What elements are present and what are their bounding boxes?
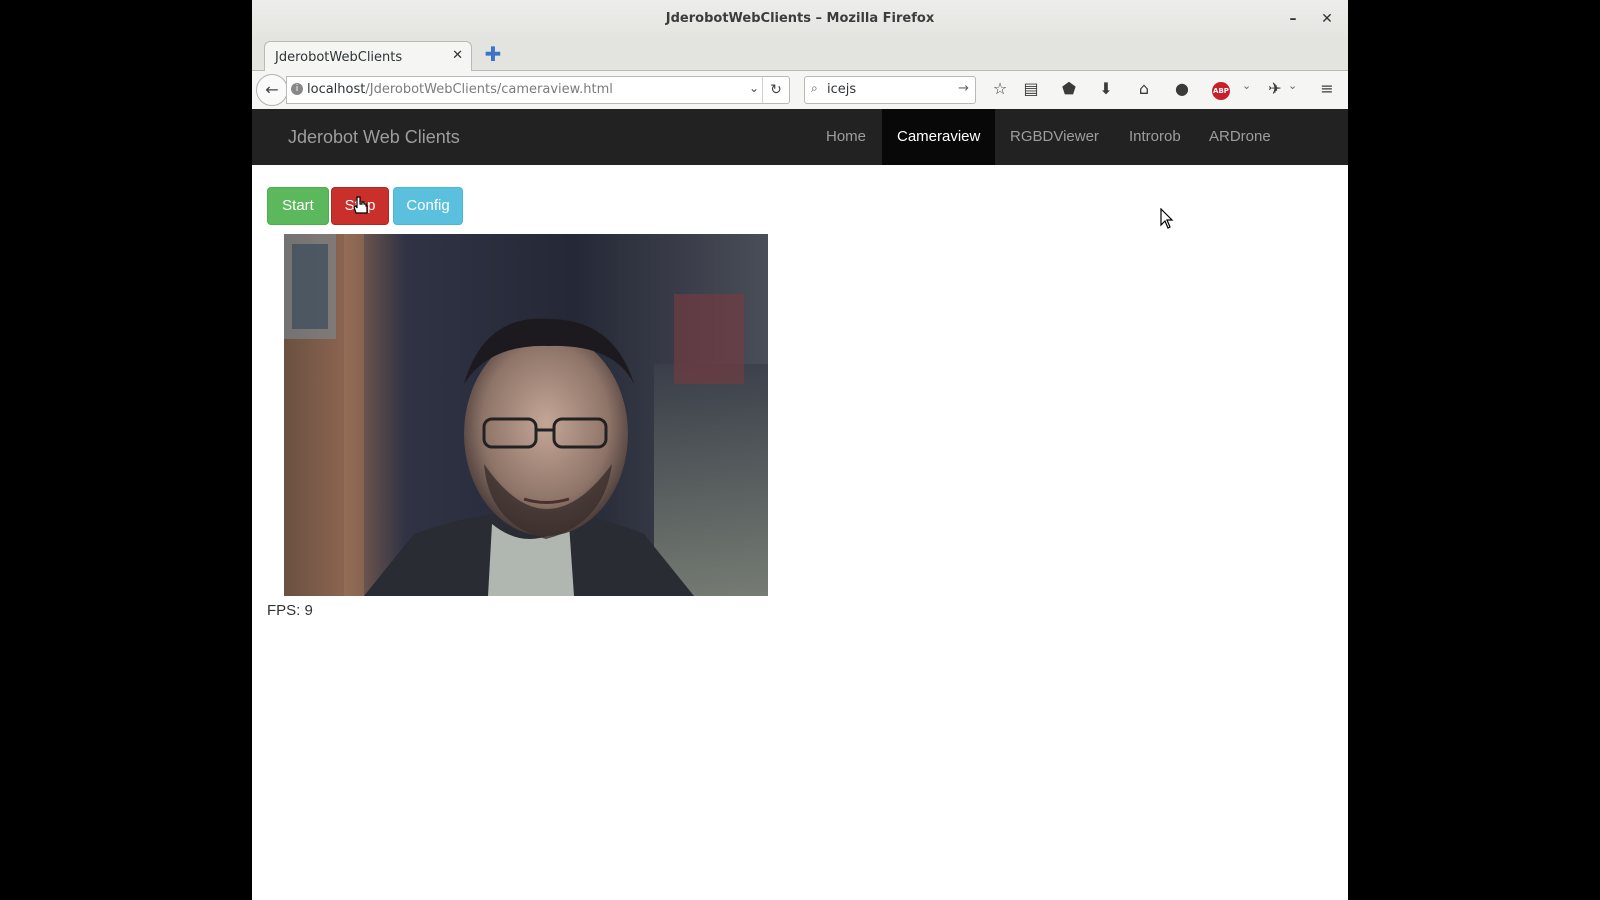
nav-item-ardrone[interactable]: ARDrone	[1194, 109, 1286, 165]
new-tab-icon[interactable]: ✚	[482, 43, 504, 65]
search-bar[interactable]: ⌕ →	[804, 76, 976, 104]
fps-label: FPS:	[267, 602, 301, 619]
reading-list-icon[interactable]: ▤	[1018, 77, 1044, 101]
chat-icon[interactable]: ●	[1169, 77, 1195, 101]
tab-strip: JderobotWebClients ✕ ✚	[252, 38, 1348, 72]
close-window-button[interactable]: ✕	[1316, 8, 1338, 30]
browser-toolbar: ← i localhost/JderobotWebClients/camerav…	[252, 71, 1348, 110]
window-title: JderobotWebClients – Mozilla Firefox	[665, 11, 935, 26]
extension-icon[interactable]: ✈	[1262, 77, 1288, 101]
tab-close-icon[interactable]: ✕	[452, 48, 463, 63]
app-navbar: Jderobot Web Clients Home Cameraview RGB…	[252, 109, 1348, 165]
tab-label: JderobotWebClients	[275, 50, 403, 65]
config-button[interactable]: Config	[393, 187, 463, 225]
site-info-icon[interactable]: i	[291, 83, 303, 95]
nav-item-introrob[interactable]: Introrob	[1114, 109, 1196, 165]
reload-icon[interactable]: ↻	[762, 77, 789, 103]
browser-tab[interactable]: JderobotWebClients ✕	[264, 41, 472, 72]
url-text[interactable]: localhost/JderobotWebClients/cameraview.…	[307, 82, 613, 97]
nav-item-cameraview[interactable]: Cameraview	[882, 109, 996, 165]
browser-window: JderobotWebClients – Mozilla Firefox – ✕…	[252, 0, 1348, 900]
app-brand[interactable]: Jderobot Web Clients	[288, 127, 460, 148]
adblock-dropdown-icon[interactable]: ⌄	[1242, 79, 1251, 92]
search-input[interactable]	[827, 80, 947, 98]
menu-icon[interactable]: ≡	[1314, 77, 1340, 101]
url-dropdown-icon[interactable]: ⌄	[749, 81, 759, 95]
extension-dropdown-icon[interactable]: ⌄	[1288, 79, 1297, 92]
bookmark-star-icon[interactable]: ☆	[987, 77, 1013, 101]
camera-frame-image	[284, 234, 768, 596]
adblock-plus-icon[interactable]: ABP	[1212, 82, 1230, 100]
home-icon[interactable]: ⌂	[1131, 77, 1157, 101]
pocket-icon[interactable]: ⬟	[1056, 77, 1082, 101]
minimize-button[interactable]: –	[1282, 8, 1304, 30]
nav-item-home[interactable]: Home	[811, 109, 881, 165]
page-content: Jderobot Web Clients Home Cameraview RGB…	[252, 109, 1348, 900]
url-path: /JderobotWebClients/cameraview.html	[365, 82, 613, 97]
search-icon: ⌕	[811, 81, 818, 95]
hand-cursor-icon	[353, 196, 368, 214]
start-button[interactable]: Start	[267, 187, 329, 225]
search-go-arrow-icon[interactable]: →	[958, 81, 969, 96]
fps-readout: FPS: 9	[267, 602, 313, 619]
url-bar[interactable]: i localhost/JderobotWebClients/cameravie…	[286, 76, 790, 104]
window-titlebar: JderobotWebClients – Mozilla Firefox – ✕	[252, 0, 1348, 38]
arrow-cursor-icon	[1160, 208, 1174, 229]
nav-item-rgbdviewer[interactable]: RGBDViewer	[995, 109, 1114, 165]
download-icon[interactable]: ⬇	[1093, 77, 1119, 101]
back-arrow-icon[interactable]: ←	[256, 74, 288, 106]
url-host: localhost	[307, 82, 366, 97]
camera-view	[284, 234, 768, 596]
fps-value: 9	[304, 602, 313, 619]
